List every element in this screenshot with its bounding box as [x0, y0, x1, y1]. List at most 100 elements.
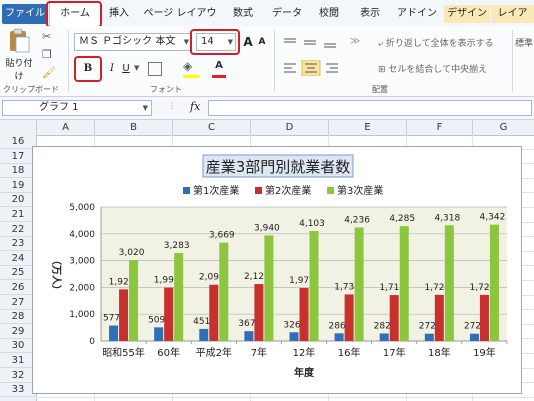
align-top-icon: [284, 38, 336, 48]
formula-input[interactable]: [208, 100, 532, 116]
horizontal-align-buttons[interactable]: [282, 59, 344, 77]
paste-button[interactable]: 貼り付け: [4, 28, 34, 82]
column-header[interactable]: D: [250, 120, 328, 135]
tab-view[interactable]: 表示: [354, 5, 386, 23]
row-gridline: [36, 396, 534, 398]
column-header[interactable]: A: [36, 120, 94, 135]
legend-swatch: [327, 187, 334, 194]
row-header[interactable]: 24: [0, 252, 36, 266]
x-tick-label: 18年: [428, 346, 451, 359]
x-tick-label: 19年: [473, 346, 496, 359]
tab-chart-design[interactable]: デザイン: [444, 5, 490, 23]
tab-insert[interactable]: 挿入: [104, 5, 134, 23]
row-header[interactable]: 17: [0, 150, 36, 164]
bar: [309, 231, 319, 341]
tab-formulas[interactable]: 数式: [226, 5, 260, 23]
italic-button[interactable]: I: [106, 60, 118, 78]
row-header[interactable]: 23: [0, 237, 36, 252]
data-label: 326: [283, 320, 300, 330]
row-header[interactable]: 19: [0, 179, 36, 193]
fill-color-icon[interactable]: ◈: [183, 59, 199, 75]
tab-review[interactable]: 校閲: [313, 5, 345, 23]
wrap-text-button[interactable]: ⤶ 折り返して全体を表示する: [378, 36, 494, 50]
bar: [489, 224, 499, 341]
x-tick-label: 17年: [383, 346, 406, 359]
bar: [299, 287, 309, 341]
row-header[interactable]: 26: [0, 281, 36, 295]
tab-chart-layout[interactable]: レイア: [491, 5, 534, 23]
vertical-align-buttons[interactable]: [282, 36, 342, 50]
legend-entry: 第2次産業: [265, 184, 311, 197]
column-header[interactable]: G: [472, 120, 534, 135]
column-header[interactable]: C: [172, 120, 250, 135]
row-header[interactable]: 33: [0, 383, 36, 398]
row-header[interactable]: 21: [0, 208, 36, 222]
copy-icon[interactable]: ❐: [42, 48, 56, 62]
tab-data[interactable]: データ: [268, 5, 306, 23]
legend-swatch: [183, 187, 190, 194]
bar: [424, 333, 434, 341]
tab-page-layout[interactable]: ページ レイアウト: [140, 5, 220, 37]
cut-icon[interactable]: ✂: [42, 30, 56, 44]
bar: [434, 294, 444, 341]
row-header[interactable]: 25: [0, 266, 36, 281]
legend-entry: 第3次産業: [337, 184, 383, 197]
select-all-corner[interactable]: [0, 120, 36, 135]
formula-bar: グラフ 1 ▼ ⋮ fx: [0, 97, 534, 120]
highlight-home-tab: [46, 1, 102, 28]
formula-bar-separator: ⋮: [168, 101, 176, 110]
column-header[interactable]: F: [406, 120, 472, 135]
column-headers: A B C D E F G: [0, 120, 534, 136]
y-tick-label: 3,000: [69, 257, 95, 267]
row-header[interactable]: 28: [0, 310, 36, 325]
x-tick-label: 12年: [293, 346, 316, 359]
chart-area[interactable]: 産業3部門別就業者数 第1次産業 第2次産業 第3次産業 0 1,000 2,000 3,00…: [32, 146, 522, 394]
row-header[interactable]: 22: [0, 223, 36, 237]
row-header[interactable]: 20: [0, 193, 36, 208]
wrap-text-label: 折り返して全体を表示する: [385, 39, 494, 49]
data-label: 451: [193, 317, 210, 327]
number-format-select[interactable]: 標準: [515, 36, 534, 49]
bar: [354, 227, 364, 341]
data-label: 272: [464, 322, 481, 332]
shrink-font-button[interactable]: A: [256, 36, 268, 50]
grow-font-button[interactable]: A: [242, 34, 254, 50]
bar: [244, 331, 254, 341]
y-tick-label: 0: [89, 337, 95, 347]
borders-icon[interactable]: [148, 62, 162, 76]
paste-icon: [10, 28, 30, 53]
bar: [344, 294, 354, 341]
column-header[interactable]: B: [94, 120, 172, 135]
font-name-select[interactable]: ＭＳ Ｐゴシック 本文 ▼: [74, 33, 192, 51]
row-header[interactable]: 18: [0, 164, 36, 179]
highlight-bold: [74, 56, 102, 82]
row-header[interactable]: 32: [0, 369, 36, 383]
format-painter-icon[interactable]: 🖌: [42, 66, 56, 80]
font-group-label: フォント: [150, 85, 182, 94]
function-icon[interactable]: fx: [190, 100, 204, 116]
chevron-down-icon[interactable]: ▼: [134, 64, 139, 72]
y-tick-label: 4,000: [69, 230, 95, 240]
alignment-group-label: 配置: [372, 85, 388, 94]
tab-file[interactable]: ファイル: [2, 4, 48, 24]
bar: [264, 235, 274, 341]
row-header[interactable]: 31: [0, 354, 36, 368]
row-header[interactable]: 27: [0, 296, 36, 310]
indent-icon[interactable]: ≫: [350, 36, 360, 47]
legend-swatch: [255, 187, 262, 194]
bar: [109, 325, 119, 341]
bar: [129, 260, 139, 341]
font-color-button[interactable]: A: [212, 59, 226, 75]
data-label: 3,940: [254, 223, 280, 233]
column-header[interactable]: E: [328, 120, 406, 135]
underline-button[interactable]: U: [120, 60, 132, 78]
row-header[interactable]: 29: [0, 325, 36, 339]
tab-addins[interactable]: アドイン: [396, 5, 438, 23]
row-header[interactable]: 16: [0, 135, 36, 149]
clipboard-group-label: クリップボード: [3, 85, 59, 94]
name-box[interactable]: グラフ 1 ▼: [2, 100, 152, 116]
row-header[interactable]: 30: [0, 339, 36, 354]
legend-entry: 第1次産業: [193, 184, 239, 197]
merge-center-button[interactable]: ⊞ セルを結合して中央揃え: [378, 62, 487, 76]
y-axis-label: （万人）: [50, 255, 63, 295]
